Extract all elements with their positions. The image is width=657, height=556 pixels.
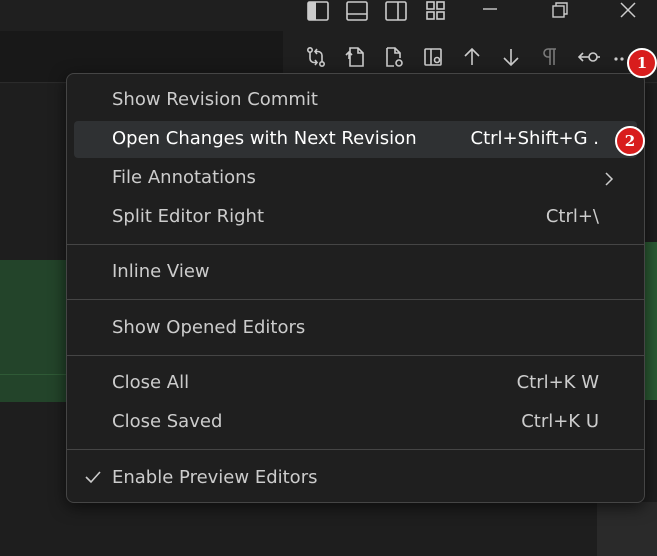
previous-change-icon[interactable] <box>459 44 485 70</box>
open-file-at-revision-icon[interactable] <box>381 44 407 70</box>
context-menu: Show Revision Commit Open Changes with N… <box>66 73 645 503</box>
menu-item-split-editor-right[interactable]: Split Editor Right Ctrl+\ <box>74 199 637 236</box>
menu-item-shortcut: Ctrl+K U <box>521 411 599 432</box>
step-badge-2: 2 <box>615 126 645 156</box>
compare-changes-icon[interactable] <box>303 44 329 70</box>
scrollbar-track[interactable] <box>597 502 657 556</box>
menu-item-shortcut: Ctrl+K W <box>516 372 599 393</box>
menu-item-open-changes-next-revision[interactable]: Open Changes with Next Revision Ctrl+Shi… <box>74 121 637 158</box>
menu-item-label: Show Opened Editors <box>112 317 306 338</box>
restore-icon[interactable] <box>548 0 572 22</box>
chevron-right-icon <box>603 171 615 192</box>
menu-item-close-saved[interactable]: Close Saved Ctrl+K U <box>74 404 637 441</box>
minimize-icon[interactable] <box>478 0 502 22</box>
open-file-icon[interactable] <box>342 44 368 70</box>
menu-item-show-revision-commit[interactable]: Show Revision Commit <box>74 82 637 119</box>
show-whitespace-icon[interactable] <box>536 44 562 70</box>
menu-separator <box>67 355 644 356</box>
git-compare-icon[interactable] <box>576 44 602 70</box>
next-change-icon[interactable] <box>498 44 524 70</box>
title-bar <box>0 0 657 30</box>
menu-item-shortcut: Ctrl+Shift+G . <box>470 128 600 149</box>
checkmark-icon <box>84 469 102 490</box>
menu-item-show-opened-editors[interactable]: Show Opened Editors <box>74 310 637 347</box>
menu-item-label: Close Saved <box>112 411 223 432</box>
toggle-secondary-sidebar-icon[interactable] <box>384 0 408 22</box>
diff-line-divider <box>0 374 70 375</box>
menu-item-shortcut: Ctrl+\ <box>545 206 599 227</box>
menu-item-label: Show Revision Commit <box>112 89 318 110</box>
vscode-window: Show Revision Commit Open Changes with N… <box>0 0 657 556</box>
menu-item-label: Close All <box>112 372 190 393</box>
more-actions-icon[interactable] <box>612 44 628 70</box>
menu-item-label: File Annotations <box>112 167 256 188</box>
menu-separator <box>67 449 644 450</box>
overview-ruler-added <box>645 242 657 400</box>
menu-separator <box>67 299 644 300</box>
step-badge-1: 1 <box>627 48 657 78</box>
menu-item-inline-view[interactable]: Inline View <box>74 254 637 291</box>
toggle-primary-sidebar-icon[interactable] <box>306 0 330 22</box>
menu-item-label: Enable Preview Editors <box>112 467 318 488</box>
menu-item-file-annotations[interactable]: File Annotations <box>74 160 637 197</box>
close-icon[interactable] <box>616 0 640 22</box>
toggle-panel-icon[interactable] <box>345 0 369 22</box>
menu-item-close-all[interactable]: Close All Ctrl+K W <box>74 365 637 402</box>
menu-separator <box>67 244 644 245</box>
menu-item-label: Open Changes with Next Revision <box>112 128 417 149</box>
diff-added-lines <box>0 260 70 402</box>
menu-item-enable-preview-editors[interactable]: Enable Preview Editors <box>74 460 637 497</box>
menu-item-label: Inline View <box>112 261 210 282</box>
menu-item-label: Split Editor Right <box>112 206 265 227</box>
toggle-file-blame-icon[interactable] <box>420 44 446 70</box>
customize-layout-icon[interactable] <box>424 0 448 22</box>
